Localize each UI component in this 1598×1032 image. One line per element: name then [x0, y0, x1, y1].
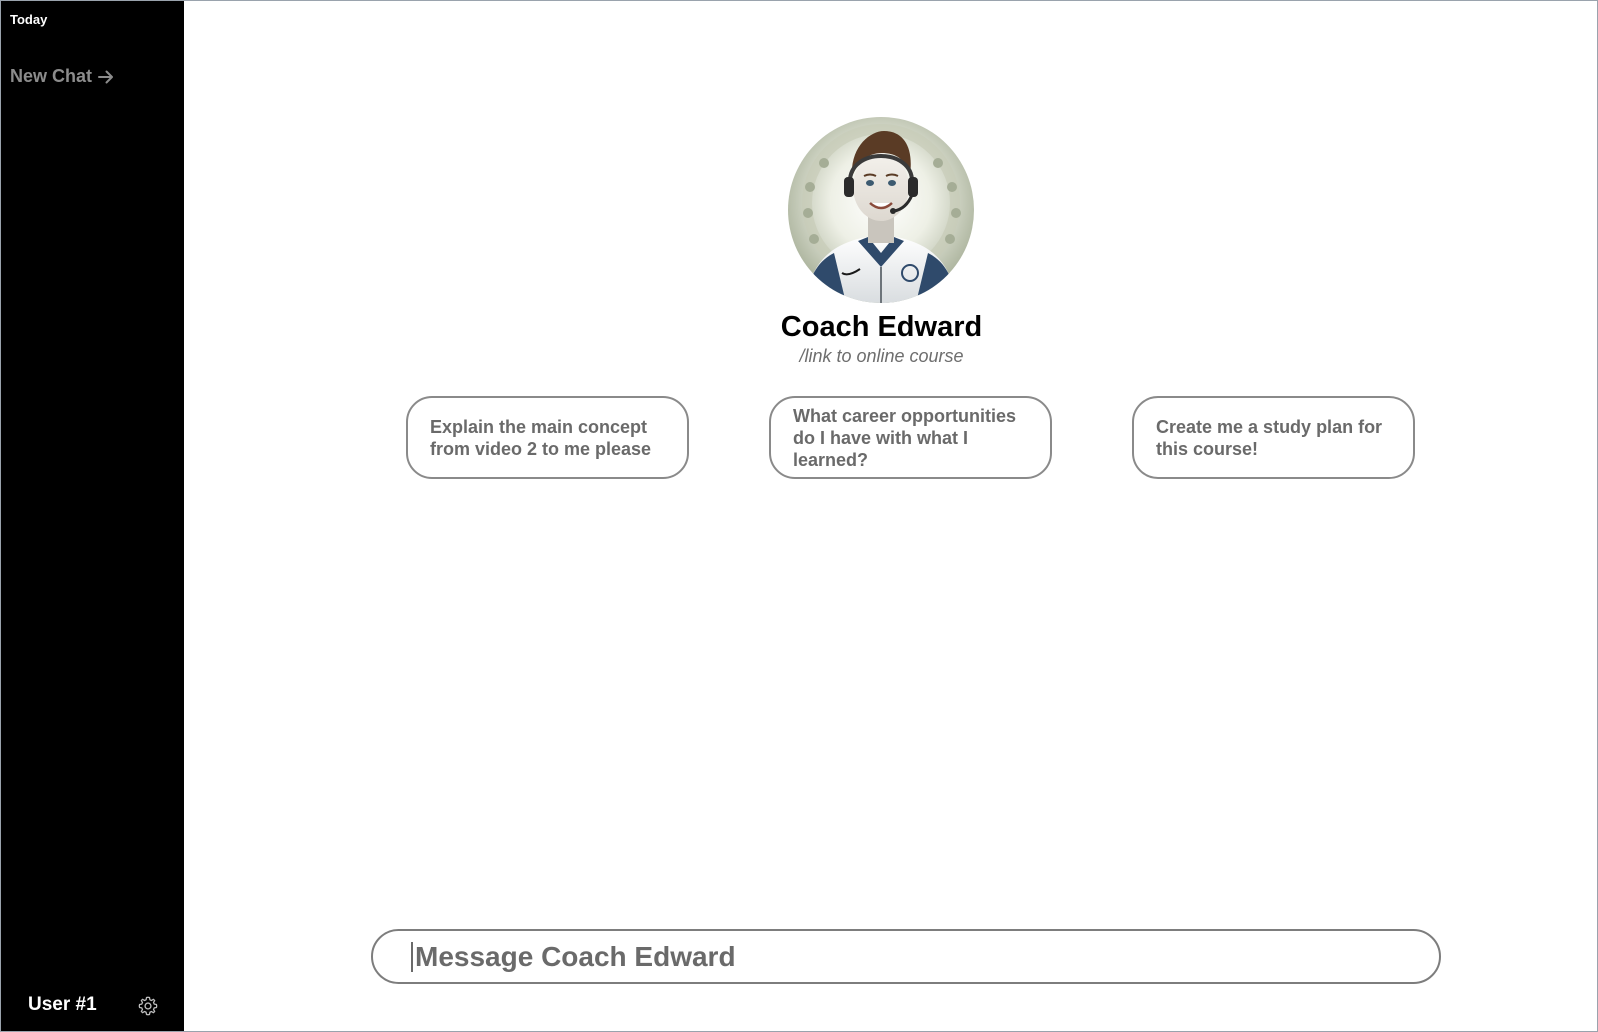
user-label[interactable]: User #1 [28, 994, 97, 1016]
suggestion-label: Create me a study plan for this course! [1156, 416, 1383, 459]
suggestion-card-1[interactable]: Explain the main concept from video 2 to… [406, 396, 689, 479]
gear-icon[interactable] [137, 995, 159, 1017]
new-chat-label: New Chat [10, 66, 93, 86]
coach-avatar [788, 117, 974, 303]
suggestion-label: What career opportunities do I have with… [793, 405, 1017, 470]
course-link[interactable]: /link to online course [175, 346, 1588, 367]
coach-avatar-image [788, 117, 974, 303]
coach-name: Coach Edward [780, 311, 983, 343]
section-label-today: Today [10, 12, 48, 27]
sidebar: Today New Chat User #1 [1, 1, 184, 1031]
arrow-right-icon [98, 70, 114, 83]
main-panel: Coach Edward /link to online course Expl… [184, 1, 1597, 1031]
new-chat-button[interactable]: New Chat [10, 66, 114, 87]
message-composer[interactable] [371, 929, 1441, 984]
suggestion-card-2[interactable]: What career opportunities do I have with… [769, 396, 1052, 479]
message-input[interactable] [413, 939, 1417, 974]
suggestion-label: Explain the main concept from video 2 to… [430, 416, 652, 459]
suggestion-card-3[interactable]: Create me a study plan for this course! [1132, 396, 1415, 479]
